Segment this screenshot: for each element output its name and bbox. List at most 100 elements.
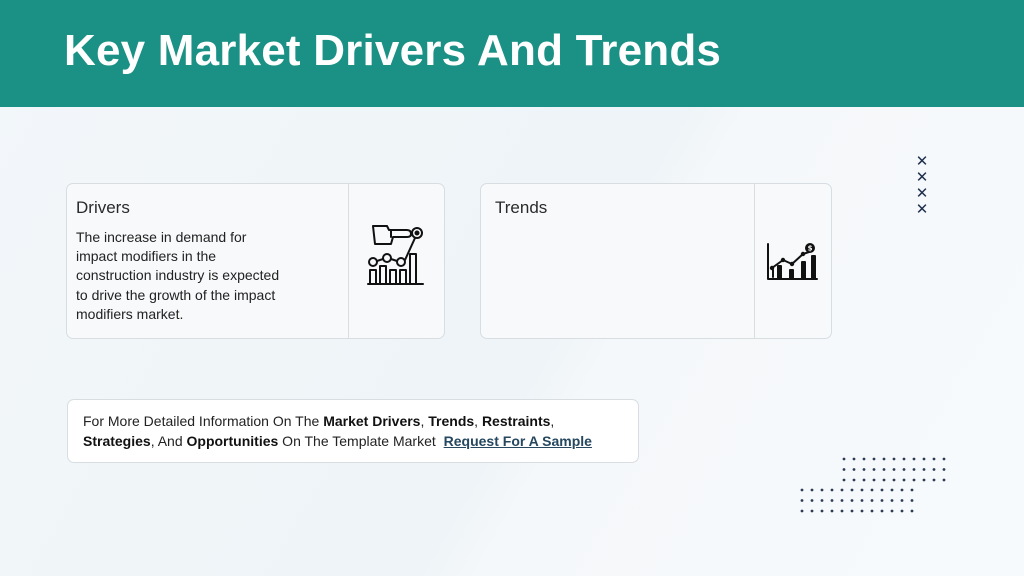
request-sample-link[interactable]: Request For A Sample bbox=[444, 433, 592, 449]
info-text-end: On The Template Market bbox=[278, 433, 440, 449]
decor-dot bbox=[852, 457, 856, 461]
info-bold-strategies: Strategies bbox=[83, 433, 151, 449]
drivers-text: The increase in demand for impact modifi… bbox=[76, 229, 280, 322]
decor-dot bbox=[900, 488, 904, 492]
info-bold-restraints: Restraints bbox=[481, 413, 551, 429]
decor-dot bbox=[800, 509, 804, 513]
decor-dot bbox=[922, 468, 926, 471]
decor-dot bbox=[890, 509, 894, 513]
trends-title: Trends bbox=[495, 198, 548, 217]
info-sep: , bbox=[550, 413, 555, 429]
decor-dot bbox=[890, 499, 894, 502]
decor-dot bbox=[852, 468, 856, 471]
x-icon: ✕ bbox=[915, 185, 929, 202]
decor-dot bbox=[910, 499, 914, 502]
decor-dot bbox=[890, 488, 894, 492]
decor-dot bbox=[860, 488, 864, 492]
decor-dot bbox=[850, 509, 854, 513]
decor-dot bbox=[892, 457, 896, 461]
decor-dot bbox=[910, 488, 914, 492]
x-icon: ✕ bbox=[915, 169, 929, 186]
info-bold-market-drivers: Market Drivers bbox=[323, 413, 421, 429]
decor-dot bbox=[842, 478, 846, 482]
decor-dot bbox=[880, 509, 884, 513]
decor-dot bbox=[862, 468, 866, 471]
decor-dot bbox=[852, 478, 856, 482]
decor-dot bbox=[872, 478, 876, 482]
decor-dot bbox=[912, 457, 916, 461]
decor-dot bbox=[892, 468, 896, 471]
drivers-card: Drivers The increase in demand for impac… bbox=[66, 183, 445, 339]
decor-dot bbox=[820, 499, 824, 502]
decor-dot bbox=[922, 457, 926, 461]
info-bold-opportunities: Opportunities bbox=[186, 433, 279, 449]
decor-dot bbox=[932, 468, 936, 471]
decor-dot bbox=[800, 499, 804, 502]
hand-chart-icon bbox=[367, 225, 424, 285]
decor-dot bbox=[892, 478, 896, 482]
decor-dot bbox=[830, 488, 834, 492]
decor-dot bbox=[902, 457, 906, 461]
decor-dot bbox=[900, 509, 904, 513]
decor-dot bbox=[842, 457, 846, 461]
decor-dot bbox=[880, 499, 884, 502]
decor-dot bbox=[912, 468, 916, 471]
decor-dot bbox=[900, 499, 904, 502]
decor-dot bbox=[880, 488, 884, 492]
info-sep: , bbox=[474, 413, 482, 429]
info-text: For More Detailed Information On The bbox=[83, 413, 324, 429]
decor-dot bbox=[902, 478, 906, 482]
decor-dot bbox=[902, 468, 906, 471]
header-bar: Key Market Drivers And Trends bbox=[0, 0, 1024, 107]
decor-dot bbox=[820, 488, 824, 492]
decor-dot bbox=[870, 488, 874, 492]
decor-dot bbox=[840, 499, 844, 502]
page-title: Key Market Drivers And Trends bbox=[64, 26, 722, 75]
growth-chart-icon: $ bbox=[767, 243, 818, 280]
decor-dot bbox=[942, 478, 946, 482]
x-marks-decoration: ✕ ✕ ✕ ✕ bbox=[914, 154, 930, 218]
decor-dot bbox=[862, 457, 866, 461]
decor-dot bbox=[850, 499, 854, 502]
decor-dot bbox=[860, 509, 864, 513]
decor-dot bbox=[932, 457, 936, 461]
dot-grid-decoration-top bbox=[842, 457, 946, 482]
trends-card: Trends $ bbox=[480, 183, 832, 339]
x-icon: ✕ bbox=[915, 153, 929, 170]
decor-dot bbox=[882, 457, 886, 461]
decor-dot bbox=[870, 499, 874, 502]
decor-dot bbox=[850, 488, 854, 492]
decor-dot bbox=[830, 509, 834, 513]
svg-text:$: $ bbox=[808, 245, 813, 253]
decor-dot bbox=[862, 478, 866, 482]
decor-dot bbox=[810, 499, 814, 502]
drivers-title: Drivers bbox=[76, 198, 130, 217]
info-box: For More Detailed Information On The Mar… bbox=[67, 399, 639, 463]
drivers-divider bbox=[348, 184, 349, 338]
decor-dot bbox=[942, 468, 946, 471]
info-sep: , And bbox=[150, 433, 187, 449]
decor-dot bbox=[912, 478, 916, 482]
decor-dot bbox=[840, 509, 844, 513]
x-icon: ✕ bbox=[915, 201, 929, 218]
dot-grid-decoration-bottom bbox=[800, 488, 914, 513]
decor-dot bbox=[810, 488, 814, 492]
decor-dot bbox=[842, 468, 846, 471]
trends-divider bbox=[754, 184, 755, 338]
decor-dot bbox=[872, 468, 876, 471]
decor-dot bbox=[882, 478, 886, 482]
decor-dot bbox=[830, 499, 834, 502]
decor-dot bbox=[860, 499, 864, 502]
decor-dot bbox=[922, 478, 926, 482]
decor-dot bbox=[942, 457, 946, 461]
decor-dot bbox=[932, 478, 936, 482]
decor-dot bbox=[870, 509, 874, 513]
decor-dot bbox=[872, 457, 876, 461]
decor-dot bbox=[810, 509, 814, 513]
info-bold-trends: Trends bbox=[428, 413, 475, 429]
decor-dot bbox=[910, 509, 914, 513]
decor-dot bbox=[882, 468, 886, 471]
decor-dot bbox=[800, 488, 804, 492]
decor-dot bbox=[840, 488, 844, 492]
decor-dot bbox=[820, 509, 824, 513]
